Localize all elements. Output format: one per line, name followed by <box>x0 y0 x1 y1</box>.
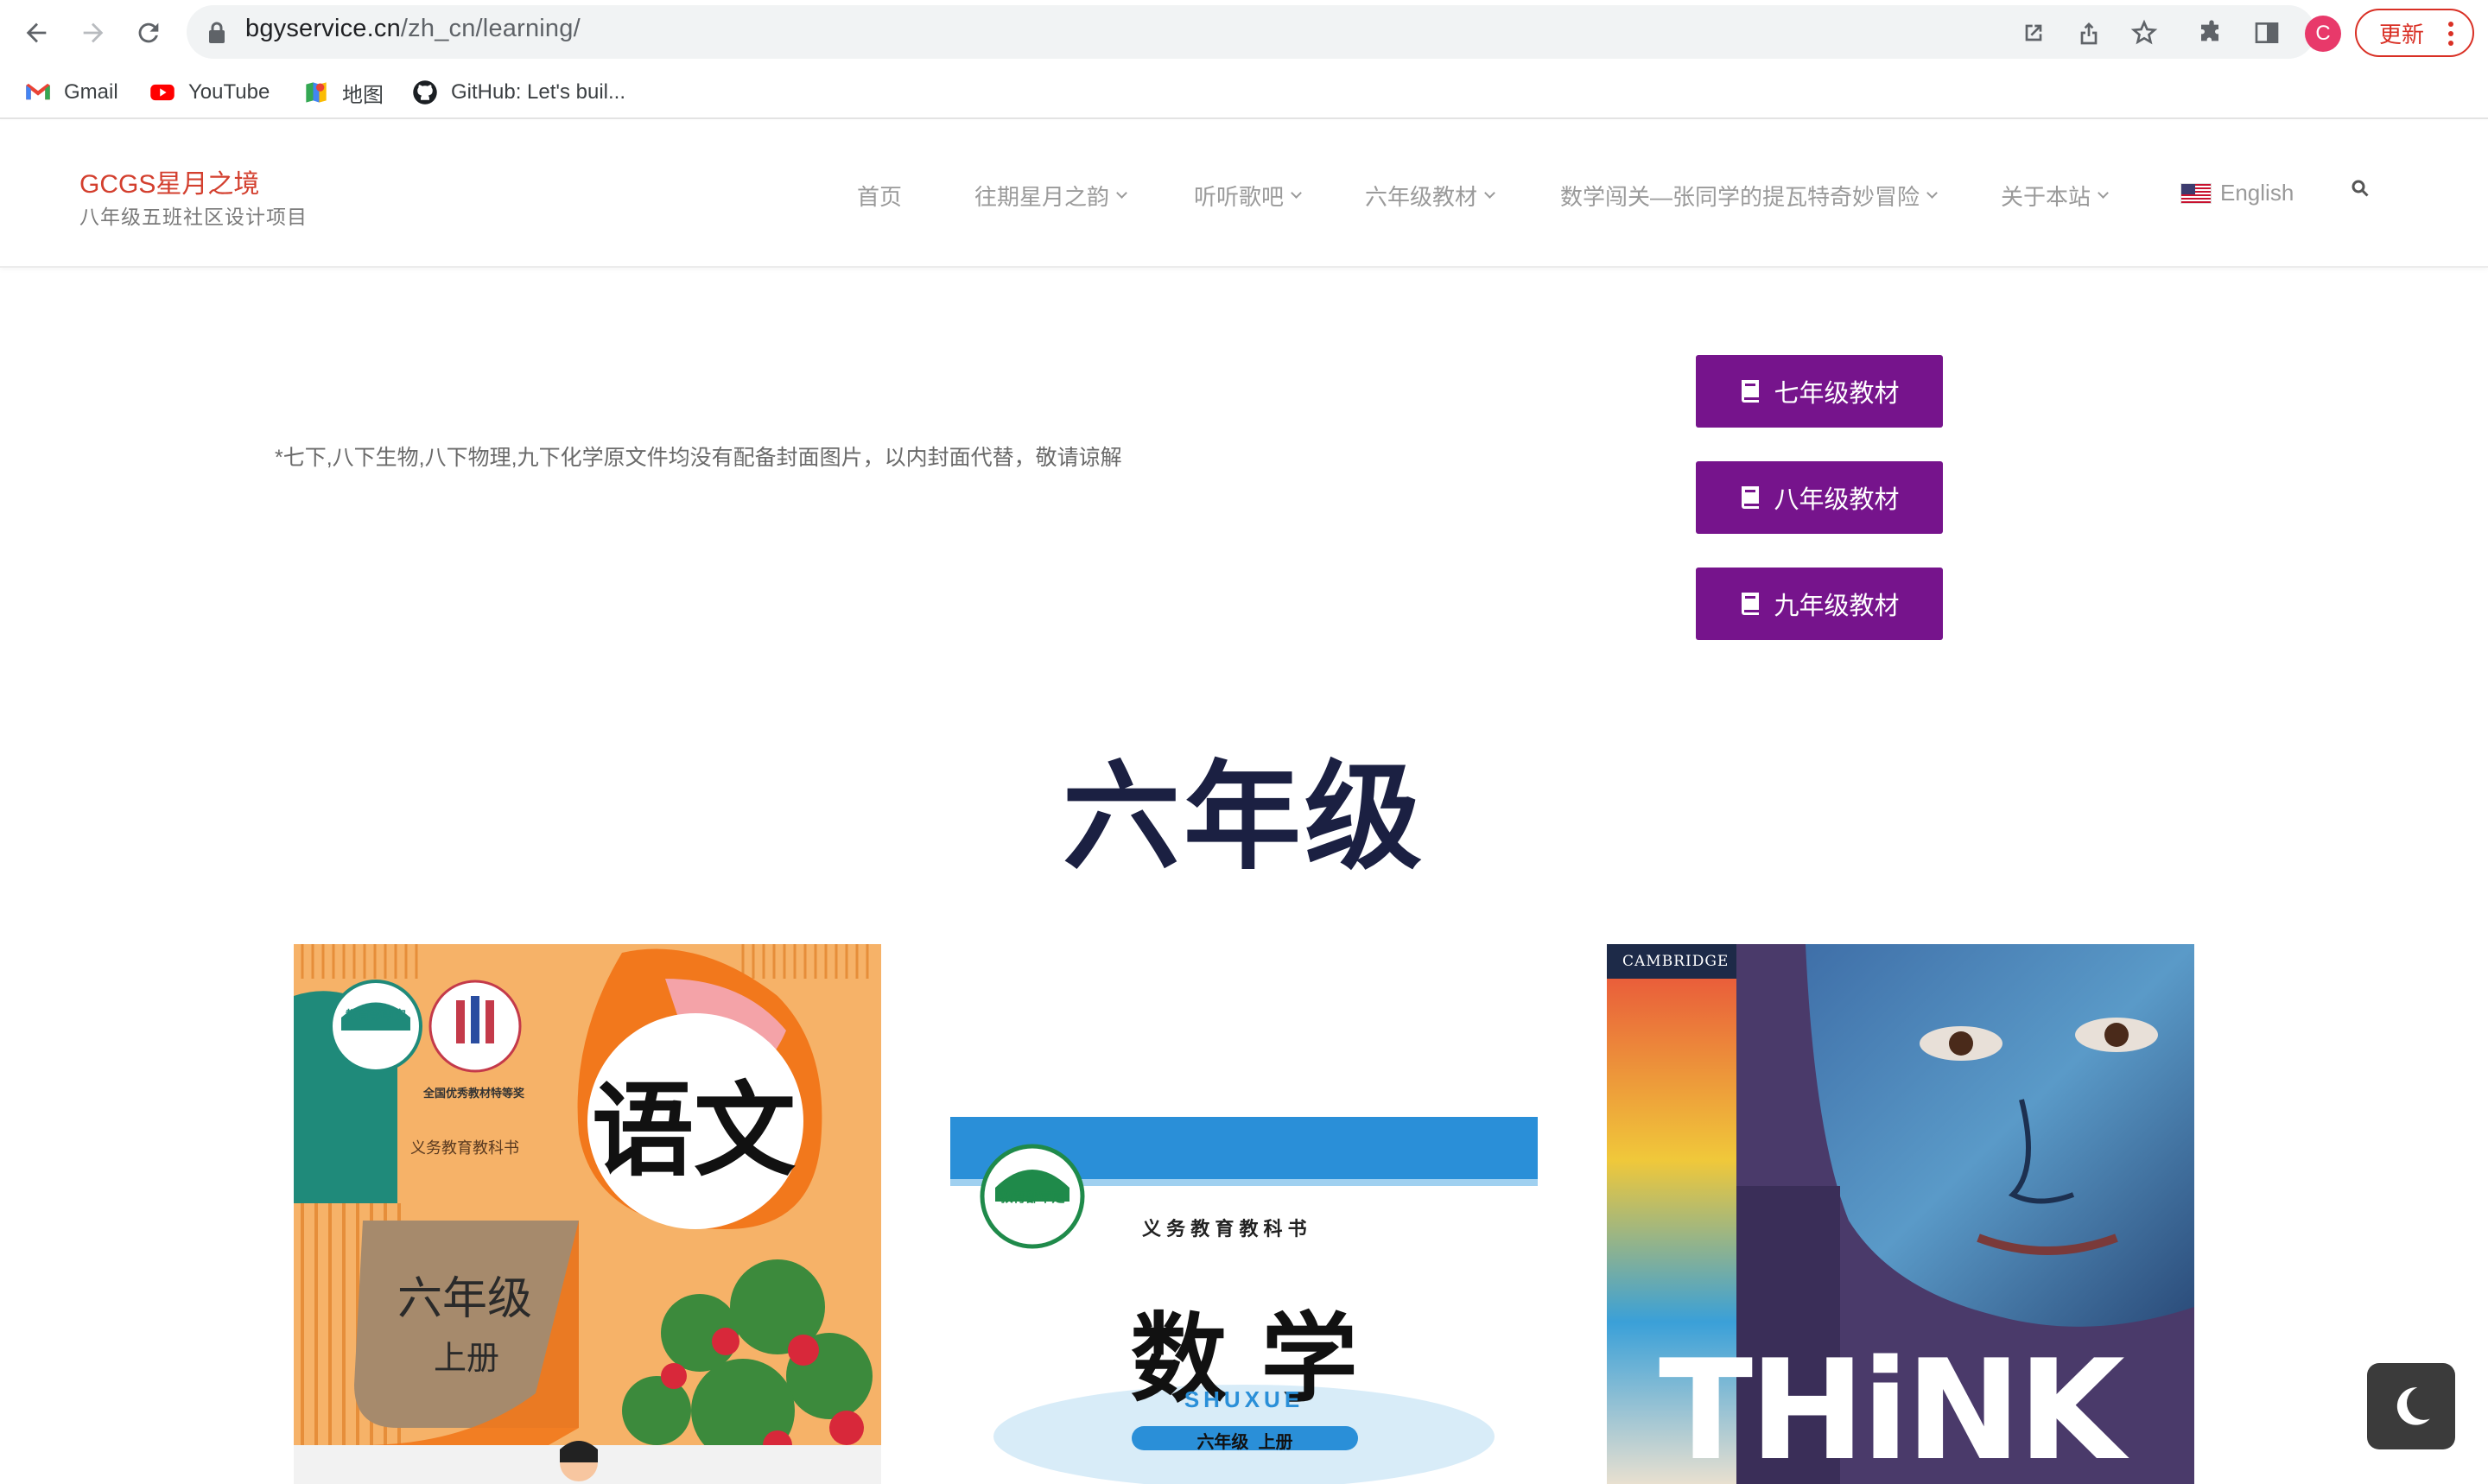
nav-grade6-textbooks[interactable]: 六年级教材 <box>1365 180 1495 212</box>
site-header: GCGS星月之境 八年级五班社区设计项目 首页 往期星月之韵 听听歌吧 六年级教… <box>0 121 2488 268</box>
series-text: 义务教育教科书 <box>410 1139 519 1157</box>
bookmark-maps[interactable]: 地图 <box>302 76 384 109</box>
nav-label: 往期星月之韵 <box>974 184 1110 210</box>
badge-text: 教育部审定 <box>346 1008 406 1022</box>
chevron-down-icon <box>1116 187 1127 199</box>
moon-icon <box>2396 1387 2430 1425</box>
book-title: THiNK <box>1659 1329 2125 1484</box>
language-label: English <box>2220 180 2294 206</box>
book-icon <box>1742 486 1760 509</box>
badge-year: 2019 <box>354 1037 397 1052</box>
profile-initial: C <box>2315 22 2331 45</box>
nav-label: 首页 <box>857 184 903 210</box>
maps-icon <box>302 79 330 106</box>
nav-home[interactable]: 首页 <box>857 180 902 212</box>
more-menu-icon <box>2448 22 2453 46</box>
dark-mode-toggle[interactable] <box>2367 1363 2455 1449</box>
badge-text: 教育部审定 <box>1000 1190 1065 1205</box>
arrow-left-icon <box>26 22 47 43</box>
site-title[interactable]: GCGS星月之境 <box>79 162 259 200</box>
math-textbook-cover[interactable]: 教育部审定 2013 义 务 教 育 教 科 书 数 学 SHUXUE 六年级 … <box>950 944 1538 1484</box>
book-title: 语文 <box>592 1070 797 1190</box>
url-host: bgyservice.cn <box>245 15 401 42</box>
browser-toolbar: bgyservice.cn/zh_cn/learning/ C 更新 <box>0 0 2488 66</box>
button-label: 八年级教材 <box>1774 486 1900 514</box>
url-path: /zh_cn/learning/ <box>400 15 581 42</box>
nav-music[interactable]: 听听歌吧 <box>1194 180 1302 212</box>
chevron-down-icon <box>1926 187 1938 199</box>
cover-note: *七下,八下生物,八下物理,九下化学原文件均没有配备封面图片，以内封面代替，敬请… <box>275 446 1122 470</box>
chevron-down-icon <box>1291 187 1302 199</box>
book-icon <box>1742 593 1760 615</box>
nav-math-adventure[interactable]: 数学闯关—张同学的提瓦特奇妙冒险 <box>1560 180 1938 212</box>
button-label: 七年级教材 <box>1774 380 1900 408</box>
search-button[interactable] <box>2350 178 2371 199</box>
chevron-down-icon <box>1484 187 1495 199</box>
bookmark-label: 地图 <box>342 83 384 107</box>
pinyin-text: SHUXUE <box>1184 1386 1304 1412</box>
nav-label: 关于本站 <box>2001 184 2091 210</box>
think-textbook-cover[interactable]: CAMBRIDGE THiNK <box>1607 944 2194 1484</box>
grade-text: 六年级 <box>397 1273 533 1325</box>
bookmark-label: Gmail <box>64 80 118 104</box>
back-button[interactable] <box>14 10 59 55</box>
side-panel-icon <box>2255 22 2279 43</box>
bookmark-star-button[interactable] <box>2127 16 2161 50</box>
nav-past-issues[interactable]: 往期星月之韵 <box>974 180 1127 212</box>
bookmark-label: YouTube <box>188 80 270 104</box>
language-switcher[interactable]: English <box>2180 180 2294 206</box>
github-icon <box>411 79 439 106</box>
url-text[interactable]: bgyservice.cn/zh_cn/learning/ <box>245 15 581 43</box>
grade7-textbooks-button[interactable]: 七年级教材 <box>1696 355 1943 428</box>
share-icon <box>2080 22 2098 45</box>
section-heading: 六年级 <box>1063 750 1425 886</box>
series-text: 义 务 教 育 教 科 书 <box>1142 1218 1307 1240</box>
button-label: 九年级教材 <box>1774 593 1900 620</box>
side-panel-button[interactable] <box>2250 16 2284 50</box>
us-flag-icon <box>2180 182 2212 204</box>
open-external-icon <box>2025 24 2042 41</box>
badge-year: 2013 <box>1010 1214 1055 1228</box>
arrow-right-icon <box>83 22 104 43</box>
star-icon <box>2130 19 2158 45</box>
grade-volume-text: 六年级 上册 <box>1196 1433 1293 1452</box>
update-button[interactable]: 更新 <box>2355 9 2474 57</box>
profile-avatar[interactable]: C <box>2305 16 2341 52</box>
forward-button[interactable] <box>71 10 116 55</box>
site-subtitle: 八年级五班社区设计项目 <box>79 206 308 228</box>
search-icon <box>2352 180 2369 197</box>
update-label: 更新 <box>2379 21 2425 48</box>
bookmark-github[interactable]: GitHub: Let's buil... <box>411 76 625 109</box>
lock-icon <box>209 22 225 43</box>
nav-about[interactable]: 关于本站 <box>2001 180 2109 212</box>
puzzle-icon <box>2201 20 2218 41</box>
volume-text: 上册 <box>434 1339 500 1377</box>
bookmark-youtube[interactable]: YouTube <box>149 76 270 109</box>
publisher-text: CAMBRIDGE <box>1622 953 1730 970</box>
grade9-textbooks-button[interactable]: 九年级教材 <box>1696 568 1943 640</box>
award-text: 全国优秀教材特等奖 <box>423 1087 525 1100</box>
gmail-icon <box>24 79 52 106</box>
bookmark-label: GitHub: Let's buil... <box>451 80 626 104</box>
open-in-app-button[interactable] <box>2016 16 2051 50</box>
bookmarks-bar: Gmail YouTube 地图 GitHub: Let's buil... <box>0 66 2488 119</box>
reload-icon <box>138 22 159 43</box>
chinese-textbook-cover[interactable]: 教育部审定 2019 全国优秀教材特等奖 义务教育教科书 语文 六年级 上册 <box>294 944 881 1484</box>
youtube-icon <box>149 79 176 106</box>
nav-label: 听听歌吧 <box>1194 184 1285 210</box>
book-icon <box>1742 380 1760 403</box>
extensions-button[interactable] <box>2194 16 2229 50</box>
bookmark-gmail[interactable]: Gmail <box>24 76 118 109</box>
nav-label: 六年级教材 <box>1365 184 1478 210</box>
grade8-textbooks-button[interactable]: 八年级教材 <box>1696 461 1943 534</box>
chevron-down-icon <box>2098 187 2109 199</box>
share-button[interactable] <box>2072 16 2106 50</box>
nav-label: 数学闯关—张同学的提瓦特奇妙冒险 <box>1560 184 1920 210</box>
reload-button[interactable] <box>126 10 171 55</box>
